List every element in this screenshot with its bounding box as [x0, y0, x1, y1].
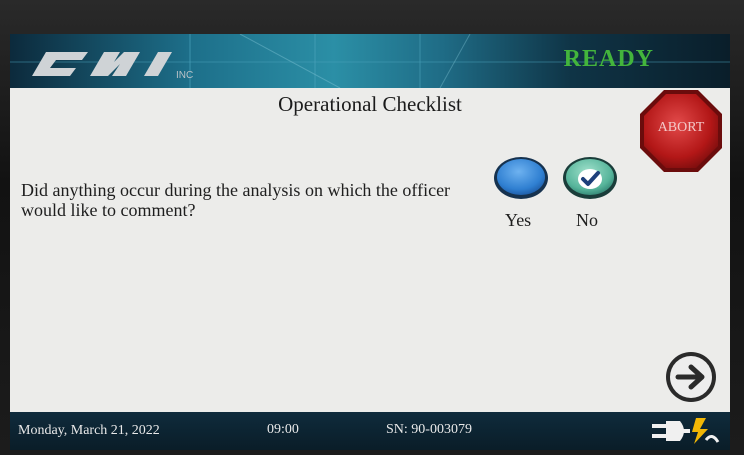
cmi-logo-graphic: INC [32, 52, 193, 81]
next-button[interactable] [664, 350, 718, 404]
no-button[interactable] [562, 154, 618, 200]
header-bar: INC READY [10, 34, 730, 88]
screen: INC READY Operational Checklist ABORT Di… [10, 34, 730, 450]
status-bar: Monday, March 21, 2022 09:00 SN: 90-0030… [10, 412, 730, 450]
svg-text:INC: INC [176, 70, 193, 81]
checklist-question: Did anything occur during the analysis o… [21, 180, 451, 220]
radio-unselected-icon [494, 157, 548, 199]
abort-label: ABORT [657, 120, 705, 135]
yes-label: Yes [505, 210, 532, 230]
time-display: 09:00 [267, 422, 299, 437]
status-indicator: READY [563, 46, 654, 72]
abort-button[interactable]: ABORT [638, 88, 724, 174]
arrow-right-circle-icon [666, 352, 716, 402]
ac-power-plug-icon [652, 418, 720, 444]
page-title: Operational Checklist [278, 92, 462, 116]
cmi-logo: INC [28, 46, 198, 82]
checkmark-selected-icon [563, 157, 617, 199]
date-display: Monday, March 21, 2022 [18, 423, 160, 438]
no-label: No [576, 210, 598, 230]
yes-button[interactable] [493, 154, 549, 200]
serial-number: SN: 90-003079 [386, 422, 472, 437]
